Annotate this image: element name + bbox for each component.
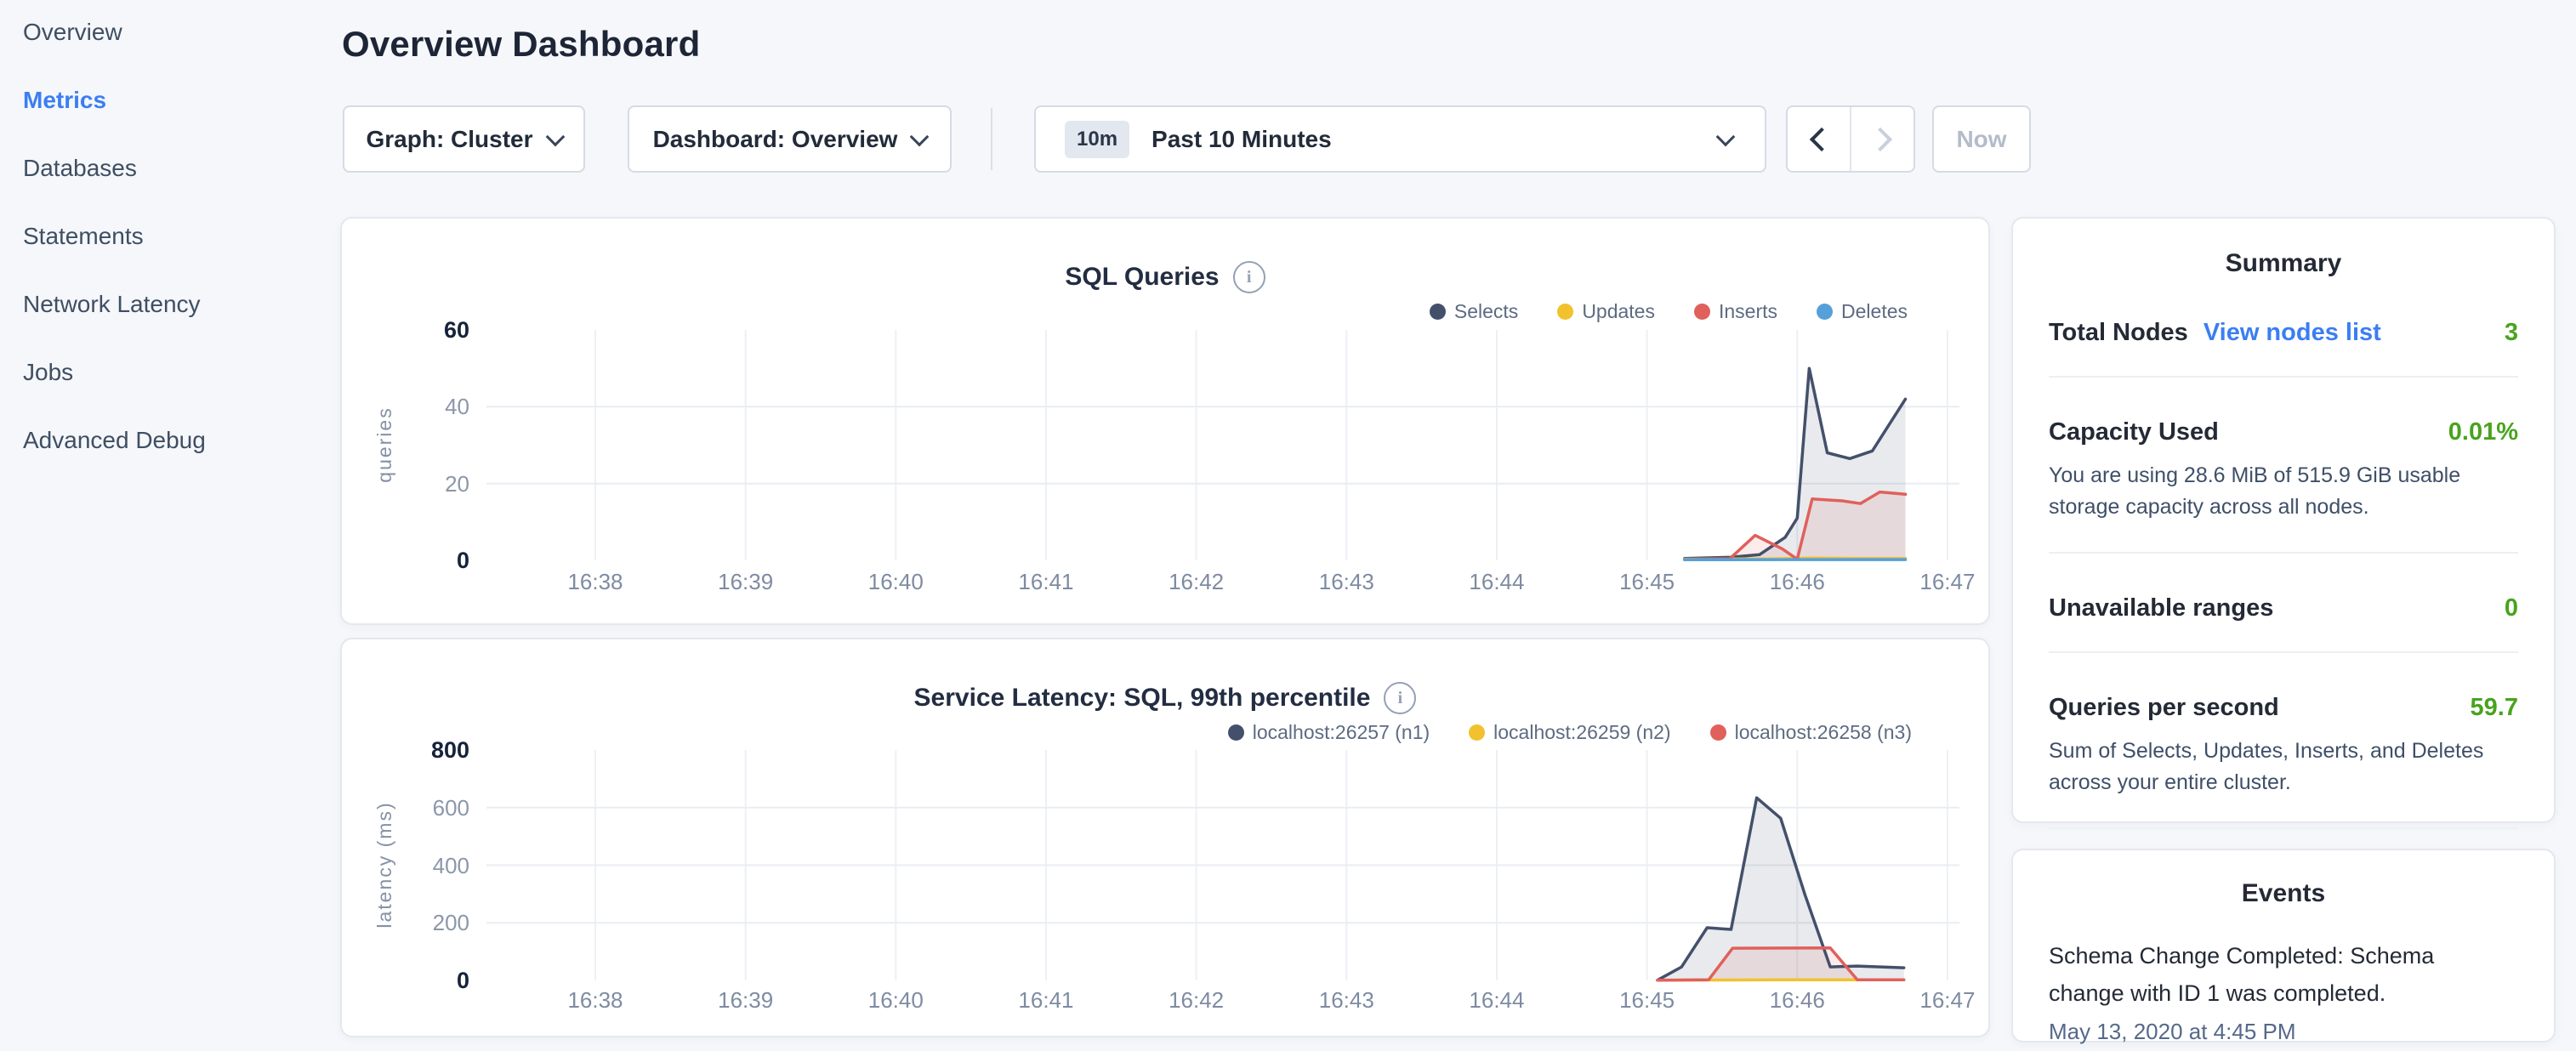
sidebar-item-statements[interactable]: Statements <box>23 224 312 248</box>
now-button[interactable]: Now <box>1932 105 2031 173</box>
time-window-label: Past 10 Minutes <box>1152 126 1332 153</box>
graph-scope-dropdown[interactable]: Graph: Cluster <box>343 105 585 173</box>
sidebar-item-databases[interactable]: Databases <box>23 156 312 180</box>
x-axis-tick: 16:46 <box>1746 569 1848 595</box>
x-axis-tick: 16:40 <box>844 987 947 1014</box>
sidebar-nav: Overview Metrics Databases Statements Networ… <box>23 20 312 497</box>
service-latency-plot-area[interactable] <box>342 639 1992 1039</box>
summary-row-value: 59.7 <box>2471 694 2518 722</box>
x-axis-tick: 16:41 <box>995 569 1097 595</box>
x-axis-tick: 16:38 <box>544 987 646 1014</box>
x-axis-tick: 16:45 <box>1596 569 1698 595</box>
x-axis-tick: 16:47 <box>1896 569 1999 595</box>
db-console-page: Overview Metrics Databases Statements Networ… <box>0 0 2576 1051</box>
divider <box>2049 552 2518 554</box>
y-axis-tick: 60 <box>367 317 469 344</box>
x-axis-tick: 16:40 <box>844 569 947 595</box>
summary-row-queries-per-second: Queries per second 59.7 Sum of Selects, … <box>2049 694 2518 798</box>
chevron-down-icon <box>1716 127 1736 146</box>
dashboard-dropdown[interactable]: Dashboard: Overview <box>628 105 952 173</box>
chevron-left-icon <box>1809 127 1833 151</box>
chevron-right-icon <box>1868 127 1891 151</box>
sidebar-item-overview[interactable]: Overview <box>23 20 312 44</box>
summary-row-unavailable-ranges: Unavailable ranges 0 <box>2049 594 2518 622</box>
summary-row-description: Sum of Selects, Updates, Inserts, and De… <box>2049 736 2518 798</box>
x-axis-tick: 16:41 <box>995 987 1097 1014</box>
time-step-back-button[interactable] <box>1788 107 1850 171</box>
y-axis-label: queries <box>373 317 399 572</box>
x-axis-tick: 16:47 <box>1896 987 1999 1014</box>
summary-row-label: Unavailable ranges <box>2049 594 2273 622</box>
summary-title: Summary <box>2049 249 2518 278</box>
y-axis-tick: 600 <box>367 795 469 821</box>
x-axis-tick: 16:43 <box>1295 569 1397 595</box>
event-item-timestamp: May 13, 2020 at 4:45 PM <box>2049 1019 2518 1045</box>
divider <box>2049 376 2518 378</box>
x-axis-tick: 16:42 <box>1146 569 1248 595</box>
page-title: Overview Dashboard <box>342 24 700 65</box>
summary-row-value: 3 <box>2505 319 2518 347</box>
y-axis-tick: 0 <box>367 968 469 994</box>
divider <box>2049 827 2518 829</box>
summary-row-value: 0 <box>2505 594 2518 622</box>
graph-scope-dropdown-label: Graph: Cluster <box>366 126 532 153</box>
dashboard-dropdown-label: Dashboard: Overview <box>653 126 898 153</box>
time-step-buttons <box>1786 105 1915 173</box>
events-title: Events <box>2049 879 2518 908</box>
view-nodes-list-link[interactable]: View nodes list <box>2204 319 2381 347</box>
y-axis-tick: 40 <box>367 394 469 420</box>
summary-row-total-nodes: Total Nodes View nodes list 3 <box>2049 319 2518 347</box>
y-axis-tick: 800 <box>367 737 469 764</box>
summary-row-description: You are using 28.6 MiB of 515.9 GiB usab… <box>2049 460 2518 523</box>
summary-row-label: Capacity Used <box>2049 418 2219 446</box>
sidebar-item-metrics[interactable]: Metrics <box>23 88 312 112</box>
x-axis-tick: 16:38 <box>544 569 646 595</box>
summary-row-label: Queries per second <box>2049 694 2279 722</box>
now-button-label: Now <box>1956 126 2006 153</box>
summary-row-label: Total Nodes <box>2049 319 2188 347</box>
summary-row-capacity-used: Capacity Used 0.01% You are using 28.6 M… <box>2049 418 2518 523</box>
chevron-down-icon <box>910 127 930 146</box>
time-window-badge: 10m <box>1065 121 1129 158</box>
y-axis-tick: 400 <box>367 853 469 879</box>
sidebar-item-advanced-debug[interactable]: Advanced Debug <box>23 429 312 452</box>
sidebar-item-jobs[interactable]: Jobs <box>23 361 312 384</box>
sidebar-item-network-latency[interactable]: Network Latency <box>23 293 312 316</box>
x-axis-tick: 16:44 <box>1446 569 1548 595</box>
x-axis-tick: 16:43 <box>1295 987 1397 1014</box>
y-axis-tick: 0 <box>367 548 469 574</box>
chevron-down-icon <box>545 127 565 146</box>
summary-panel: Summary Total Nodes View nodes list 3 Ca… <box>2011 217 2556 823</box>
events-panel: Events Schema Change Completed: Schema c… <box>2011 849 2556 1042</box>
time-range-dropdown[interactable]: 10m Past 10 Minutes <box>1034 105 1766 173</box>
toolbar-divider <box>991 108 992 170</box>
x-axis-tick: 16:46 <box>1746 987 1848 1014</box>
x-axis-tick: 16:39 <box>695 569 797 595</box>
x-axis-tick: 16:44 <box>1446 987 1548 1014</box>
time-step-forward-button[interactable] <box>1850 107 1914 171</box>
x-axis-tick: 16:39 <box>695 987 797 1014</box>
service-latency-chart-card: Service Latency: SQL, 99th percentile i … <box>340 638 1990 1037</box>
sql-queries-plot-area[interactable] <box>342 219 1992 627</box>
x-axis-tick: 16:42 <box>1146 987 1248 1014</box>
summary-row-value: 0.01% <box>2448 418 2518 446</box>
divider <box>2049 651 2518 653</box>
sql-queries-chart-card: SQL Queries i SelectsUpdatesInsertsDelet… <box>340 217 1990 625</box>
event-item-text[interactable]: Schema Change Completed: Schema change w… <box>2049 937 2448 1012</box>
y-axis-tick: 20 <box>367 471 469 497</box>
x-axis-tick: 16:45 <box>1596 987 1698 1014</box>
y-axis-tick: 200 <box>367 910 469 936</box>
